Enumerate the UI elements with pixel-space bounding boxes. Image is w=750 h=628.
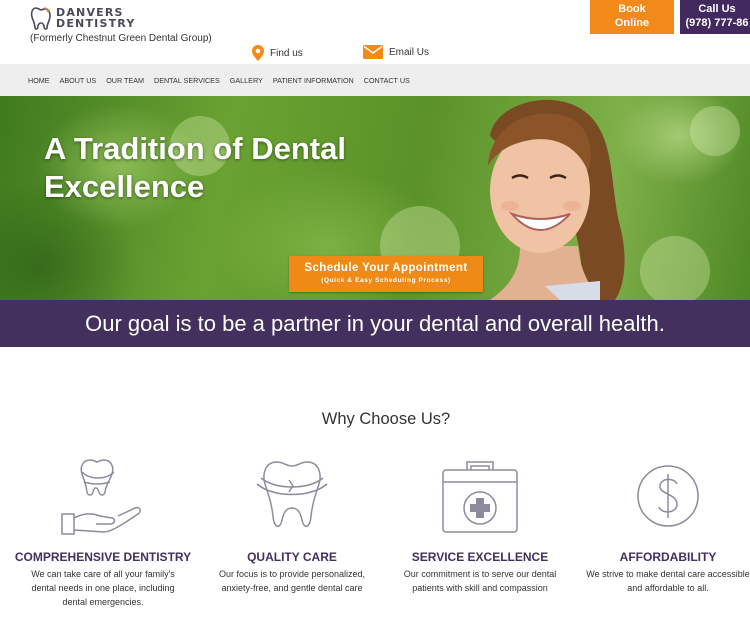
nav-item-about-us[interactable]: ABOUT US [60,76,97,85]
formerly-text: (Formerly Chestnut Green Dental Group) [30,33,212,44]
find-us-link[interactable]: Find us [252,45,303,61]
feature-text: Our focus is to provide personalized, an… [218,569,366,593]
feature-title: QUALITY CARE [247,550,337,564]
call-line-1: Call Us [698,3,736,15]
feature-text: We strive to make dental care accessible… [586,569,750,593]
envelope-icon [363,45,383,59]
feature-title: SERVICE EXCELLENCE [411,550,549,564]
book-line-1: Book [618,3,646,15]
email-us-link[interactable]: Email Us [363,45,429,59]
dollar-icon [637,465,699,527]
nav-item-gallery[interactable]: GALLERY [230,76,263,85]
nav-item-our-team[interactable]: OUR TEAM [106,76,144,85]
nav-item-patient-information[interactable]: PATIENT INFORMATION [273,76,354,85]
site-header: DANVERS DENTISTRY (Formerly Chestnut Gre… [0,0,750,64]
bokeh-light [690,106,740,156]
map-pin-icon [252,45,264,61]
hero-banner: A Tradition of Dental Excellence Schedul… [0,96,750,300]
nav-item-contact-us[interactable]: CONTACT US [364,76,410,85]
nav-item-home[interactable]: HOME [28,76,50,85]
call-us-button[interactable]: Call Us (978) 777-86 [680,0,750,34]
hand-tooth-icon [61,459,141,535]
nav-item-dental-services[interactable]: DENTAL SERVICES [154,76,220,85]
logo-wordmark: DANVERS DENTISTRY [56,7,136,29]
book-line-2: Online [614,17,650,29]
tooth-icon [256,461,328,528]
feature-service-excellence: SERVICE EXCELLENCE Our commitment is to … [385,456,575,595]
find-us-label: Find us [270,47,303,59]
logo-line-2: DENTISTRY [56,17,136,30]
hero-title: A Tradition of Dental Excellence [44,131,346,204]
schedule-sub-label: (Quick & Easy Scheduling Process) [321,277,451,284]
schedule-main-label: Schedule Your Appointment [304,262,468,274]
goal-banner: Our goal is to be a partner in your dent… [0,300,750,347]
feature-text: We can take care of all your family's de… [31,569,175,607]
main-nav: HOME ABOUT US OUR TEAM DENTAL SERVICES G… [0,64,750,96]
schedule-appointment-button[interactable]: Schedule Your Appointment (Quick & Easy … [289,256,483,292]
feature-affordability: AFFORDABILITY We strive to make dental c… [573,456,750,595]
feature-title: COMPREHENSIVE DENTISTRY [14,550,192,564]
feature-quality-care: QUALITY CARE Our focus is to provide per… [197,456,387,595]
call-line-2: (978) 777-86 [685,17,749,29]
tooth-logo-icon [30,6,51,30]
feature-text: Our commitment is to serve our dental pa… [403,569,557,593]
why-choose-title: Why Choose Us? [321,410,451,428]
medical-kit-icon [442,461,518,533]
logo[interactable]: DANVERS DENTISTRY [30,5,136,31]
feature-title: AFFORDABILITY [619,550,717,564]
email-us-label: Email Us [389,46,430,58]
feature-comprehensive-dentistry: COMPREHENSIVE DENTISTRY We can take care… [8,456,198,609]
book-online-button[interactable]: Book Online [590,0,674,34]
